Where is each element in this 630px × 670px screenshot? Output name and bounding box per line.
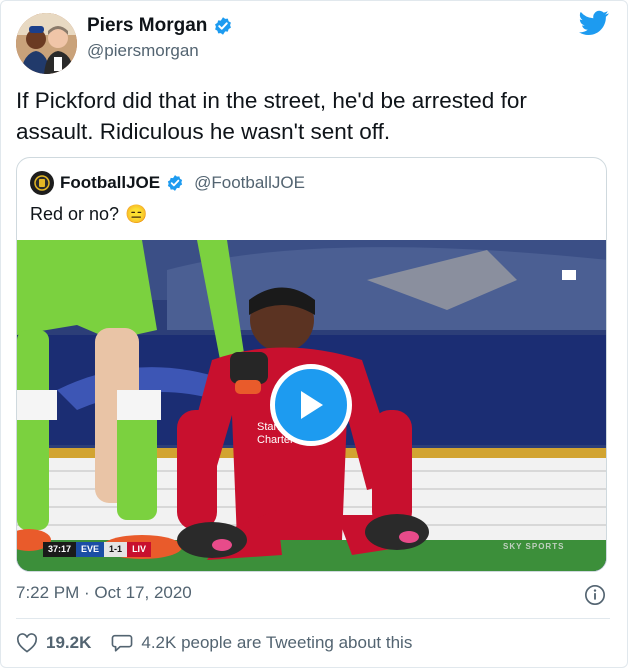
author-name[interactable]: Piers Morgan <box>87 15 207 37</box>
verified-badge-icon <box>215 17 232 35</box>
score-away: LIV <box>127 542 152 557</box>
play-icon <box>301 391 323 419</box>
twitter-bird-icon[interactable] <box>579 10 609 36</box>
video-thumbnail[interactable]: Standard Chartered 37:17 EVE 1-1 LIV SKY… <box>17 240 606 571</box>
tweet-actions: 19.2K 4.2K people are Tweeting about thi… <box>16 633 432 653</box>
expressionless-emoji: 😑 <box>125 204 148 224</box>
quoted-handle[interactable]: @FootballJOE <box>194 173 305 193</box>
play-button[interactable] <box>270 364 352 446</box>
tweet-timestamp[interactable]: 7:22 PM · Oct 17, 2020 <box>16 583 192 603</box>
quoted-tweet[interactable]: FootballJOE @FootballJOE Red or no? 😑 Ch… <box>16 157 607 572</box>
comment-action[interactable]: 4.2K people are Tweeting about this <box>111 633 412 653</box>
broadcaster-watermark: SKY SPORTS <box>503 542 565 551</box>
quoted-avatar[interactable] <box>30 171 54 195</box>
score-time: 37:17 <box>43 542 77 557</box>
author-avatar[interactable] <box>16 13 77 74</box>
score-bar: 37:17 EVE 1-1 LIV <box>43 542 152 557</box>
author-handle[interactable]: @piersmorgan <box>87 41 199 61</box>
comment-icon <box>112 634 133 652</box>
tweet-text: If Pickford did that in the street, he'd… <box>16 88 527 144</box>
quoted-text: Red or no? <box>30 204 120 224</box>
score-value: 1-1 <box>104 542 128 557</box>
heart-icon <box>16 633 38 653</box>
author-name-row[interactable]: Piers Morgan <box>87 15 233 37</box>
likes-count: 19.2K <box>46 633 92 652</box>
info-icon[interactable] <box>584 584 606 606</box>
quoted-text-row: Red or no? 😑 <box>30 204 147 225</box>
score-home: EVE <box>76 542 105 557</box>
quoted-name[interactable]: FootballJOE <box>60 173 160 193</box>
actions-divider <box>16 618 610 619</box>
tweeting-about-text: 4.2K people are Tweeting about this <box>141 633 413 652</box>
verified-badge-icon <box>168 175 183 191</box>
tweet-card: Piers Morgan @piersmorgan If Pickford di… <box>0 0 628 668</box>
like-action[interactable]: 19.2K <box>16 633 91 653</box>
quoted-header: FootballJOE @FootballJOE <box>30 171 305 195</box>
